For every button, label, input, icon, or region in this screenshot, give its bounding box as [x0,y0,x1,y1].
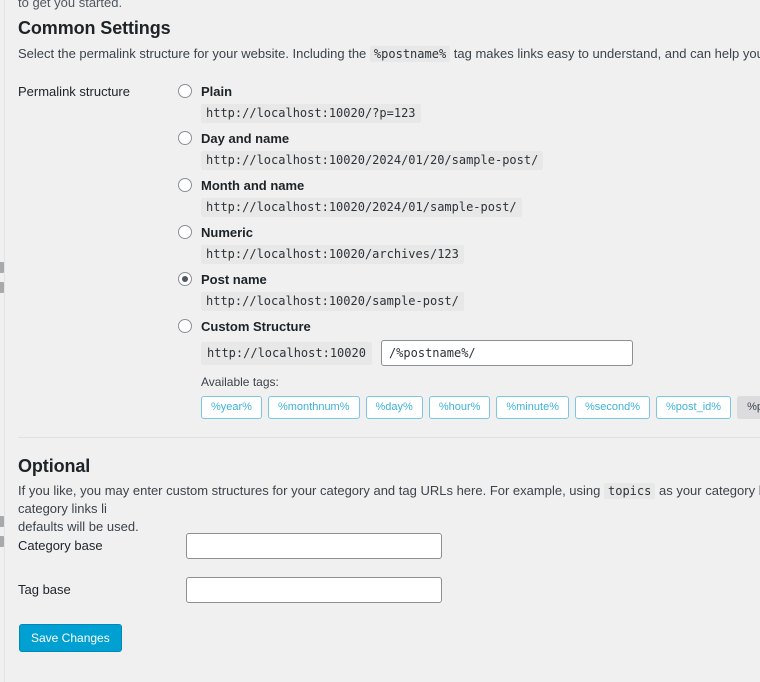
example-url-numeric: http://localhost:10020/archives/123 [201,245,464,264]
example-url-month-and-name: http://localhost:10020/2024/01/sample-po… [201,198,522,217]
tag-button-postname: %postname% [737,396,760,419]
radio-icon-day-and-name[interactable] [178,131,192,145]
common-settings-heading: Common Settings [18,18,171,39]
custom-structure-input[interactable] [381,340,633,366]
radio-option-plain[interactable]: Plain http://localhost:10020/?p=123 [178,82,738,123]
radio-option-custom-structure[interactable]: Custom Structure http://localhost:10020 … [178,317,738,419]
example-url-plain: http://localhost:10020/?p=123 [201,104,421,123]
radio-label-day-and-name: Day and name [201,131,289,146]
common-desc-part1: Select the permalink structure for your … [18,46,366,61]
example-url-day-and-name: http://localhost:10020/2024/01/20/sample… [201,151,543,170]
radio-label-numeric: Numeric [201,225,253,240]
radio-icon-numeric[interactable] [178,225,192,239]
radio-icon-plain[interactable] [178,84,192,98]
radio-label-custom-structure: Custom Structure [201,319,311,334]
save-changes-button[interactable]: Save Changes [19,624,122,652]
radio-icon-post-name[interactable] [178,272,192,286]
intro-text-truncated: to get you started. [18,0,122,10]
sidebar-item-stub[interactable] [0,282,4,293]
optional-description: If you like, you may enter custom struct… [18,482,760,536]
tag-button-second[interactable]: %second% [575,396,650,419]
permalink-structure-label: Permalink structure [18,84,130,99]
tag-base-input[interactable] [186,577,442,603]
topics-code: topics [604,483,655,499]
common-desc-part2: tag makes links easy to understand, and … [454,46,760,61]
section-divider [18,437,760,438]
category-base-label: Category base [18,538,103,553]
postname-tag-code: %postname% [370,46,450,62]
radio-option-day-and-name[interactable]: Day and name http://localhost:10020/2024… [178,129,738,170]
tag-button-minute[interactable]: %minute% [496,396,569,419]
tag-button-year[interactable]: %year% [201,396,262,419]
radio-icon-custom-structure[interactable] [178,319,192,333]
radio-label-post-name: Post name [201,272,267,287]
radio-option-month-and-name[interactable]: Month and name http://localhost:10020/20… [178,176,738,217]
sidebar-item-stub[interactable] [0,262,4,273]
permalink-settings-screen: to get you started. Common Settings Sele… [0,0,760,682]
radio-label-month-and-name: Month and name [201,178,304,193]
tag-button-monthnum[interactable]: %monthnum% [268,396,360,419]
radio-option-post-name[interactable]: Post name http://localhost:10020/sample-… [178,270,738,311]
admin-sidebar-collapsed-edge[interactable] [0,0,5,682]
example-url-post-name: http://localhost:10020/sample-post/ [201,292,464,311]
optional-desc-part1: If you like, you may enter custom struct… [18,483,600,498]
radio-option-numeric[interactable]: Numeric http://localhost:10020/archives/… [178,223,738,264]
radio-label-plain: Plain [201,84,232,99]
category-base-input[interactable] [186,533,442,559]
permalink-structure-radio-group: Plain http://localhost:10020/?p=123 Day … [178,82,738,425]
tag-button-day[interactable]: %day% [366,396,423,419]
sidebar-item-stub[interactable] [0,536,4,547]
custom-structure-prefix: http://localhost:10020 [201,342,372,365]
custom-structure-row: http://localhost:10020 [201,340,738,366]
tag-button-hour[interactable]: %hour% [429,396,491,419]
optional-heading: Optional [18,456,90,477]
settings-content: to get you started. Common Settings Sele… [6,0,760,682]
radio-icon-month-and-name[interactable] [178,178,192,192]
tag-base-label: Tag base [18,582,71,597]
common-settings-description: Select the permalink structure for your … [18,45,760,63]
available-tags-label: Available tags: [201,375,738,389]
sidebar-item-stub[interactable] [0,516,4,527]
available-tags-list: %year% %monthnum% %day% %hour% %minute% … [201,396,738,419]
tag-button-post-id[interactable]: %post_id% [656,396,731,419]
